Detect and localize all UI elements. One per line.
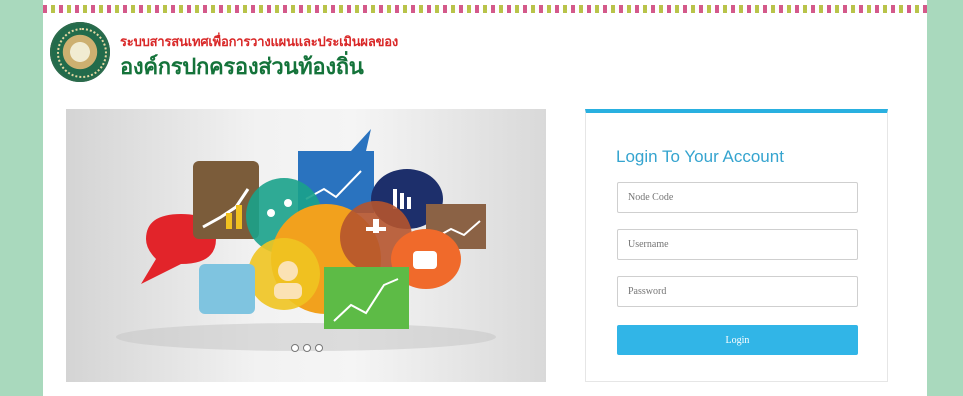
login-panel: Login To Your Account Login [585, 109, 888, 382]
node-code-input[interactable] [617, 182, 858, 213]
carousel-dot-2[interactable] [303, 344, 311, 352]
header-title: องค์กรปกครองส่วนท้องถิ่น [120, 54, 364, 79]
main-page: ระบบสารสนเทศเพื่อการวางแผนและประเมินผลขอ… [43, 0, 927, 396]
hero-illustration [66, 109, 546, 382]
login-button[interactable]: Login [617, 325, 858, 355]
government-seal-ring [57, 28, 107, 78]
carousel-dot-1[interactable] [291, 344, 299, 352]
carousel-dot-3[interactable] [315, 344, 323, 352]
carousel-indicators[interactable] [291, 344, 323, 352]
speech-bubbles-graphic [116, 129, 496, 351]
decorative-stripe [43, 5, 927, 13]
password-input[interactable] [617, 276, 858, 307]
login-heading: Login To Your Account [616, 147, 784, 166]
username-input[interactable] [617, 229, 858, 260]
